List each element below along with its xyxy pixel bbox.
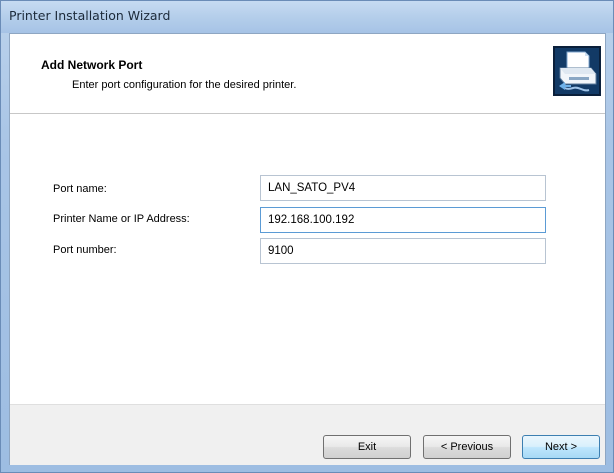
port-name-field[interactable] xyxy=(260,175,546,201)
page-subtitle: Enter port configuration for the desired… xyxy=(72,79,297,91)
wizard-window: Printer Installation Wizard Add Network … xyxy=(0,0,614,473)
wizard-content: Add Network Port Enter port configuratio… xyxy=(9,33,606,465)
next-button[interactable]: Next > xyxy=(522,435,600,459)
previous-button[interactable]: < Previous xyxy=(423,435,511,459)
printer-network-icon xyxy=(553,46,601,96)
port-number-field[interactable] xyxy=(260,238,546,264)
port-name-label: Port name: xyxy=(53,183,107,195)
port-number-label: Port number: xyxy=(53,244,117,256)
exit-button[interactable]: Exit xyxy=(323,435,411,459)
wizard-header: Add Network Port Enter port configuratio… xyxy=(10,34,605,114)
wizard-body: Port name: Printer Name or IP Address: P… xyxy=(10,114,605,404)
printer-ip-field[interactable] xyxy=(260,207,546,233)
window-title: Printer Installation Wizard xyxy=(9,8,171,23)
page-title: Add Network Port xyxy=(41,58,143,72)
printer-ip-label: Printer Name or IP Address: xyxy=(53,213,190,225)
wizard-footer: Exit < Previous Next > xyxy=(10,404,605,465)
title-bar[interactable]: Printer Installation Wizard xyxy=(1,1,613,33)
